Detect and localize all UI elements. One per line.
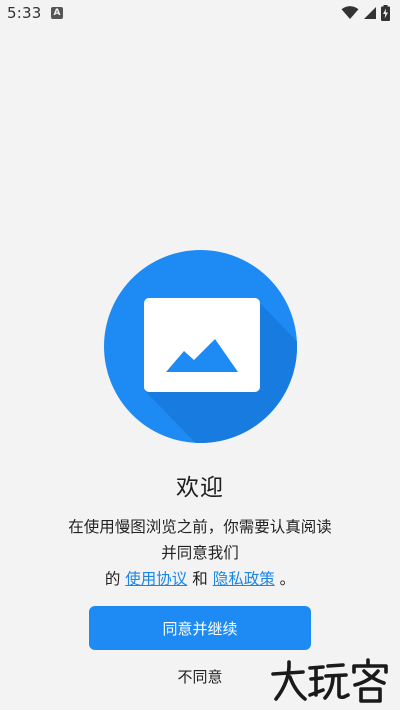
status-bar: 5:33 A <box>0 0 400 28</box>
notice-line-3: 的 使用协议 和 隐私政策 。 <box>0 566 400 592</box>
watermark-logo <box>271 658 388 703</box>
privacy-policy-link[interactable]: 隐私政策 <box>213 570 275 588</box>
disagree-button[interactable]: 不同意 <box>150 664 250 690</box>
wifi-icon <box>341 6 359 19</box>
agree-continue-button[interactable]: 同意并继续 <box>89 606 311 650</box>
welcome-title: 欢迎 <box>176 475 224 501</box>
status-time: 5:33 <box>7 4 42 22</box>
notice-suffix: 。 <box>279 570 296 588</box>
battery-charging-icon <box>381 5 390 21</box>
picture-frame <box>144 298 260 392</box>
notice-line-2: 并同意我们 <box>161 544 239 562</box>
status-icons <box>341 5 390 21</box>
terms-of-use-link[interactable]: 使用协议 <box>125 570 187 588</box>
notice-conjunction: 和 <box>192 570 208 588</box>
app-logo <box>104 250 297 443</box>
image-icon <box>104 250 297 443</box>
notice-prefix: 的 <box>104 570 121 588</box>
cellular-signal-icon <box>364 7 376 19</box>
privacy-notice: 在使用慢图浏览之前，你需要认真阅读 并同意我们 的 使用协议 和 隐私政策 。 <box>0 514 400 592</box>
notice-line-1: 在使用慢图浏览之前，你需要认真阅读 <box>68 518 332 536</box>
notification-badge-icon: A <box>51 7 63 19</box>
